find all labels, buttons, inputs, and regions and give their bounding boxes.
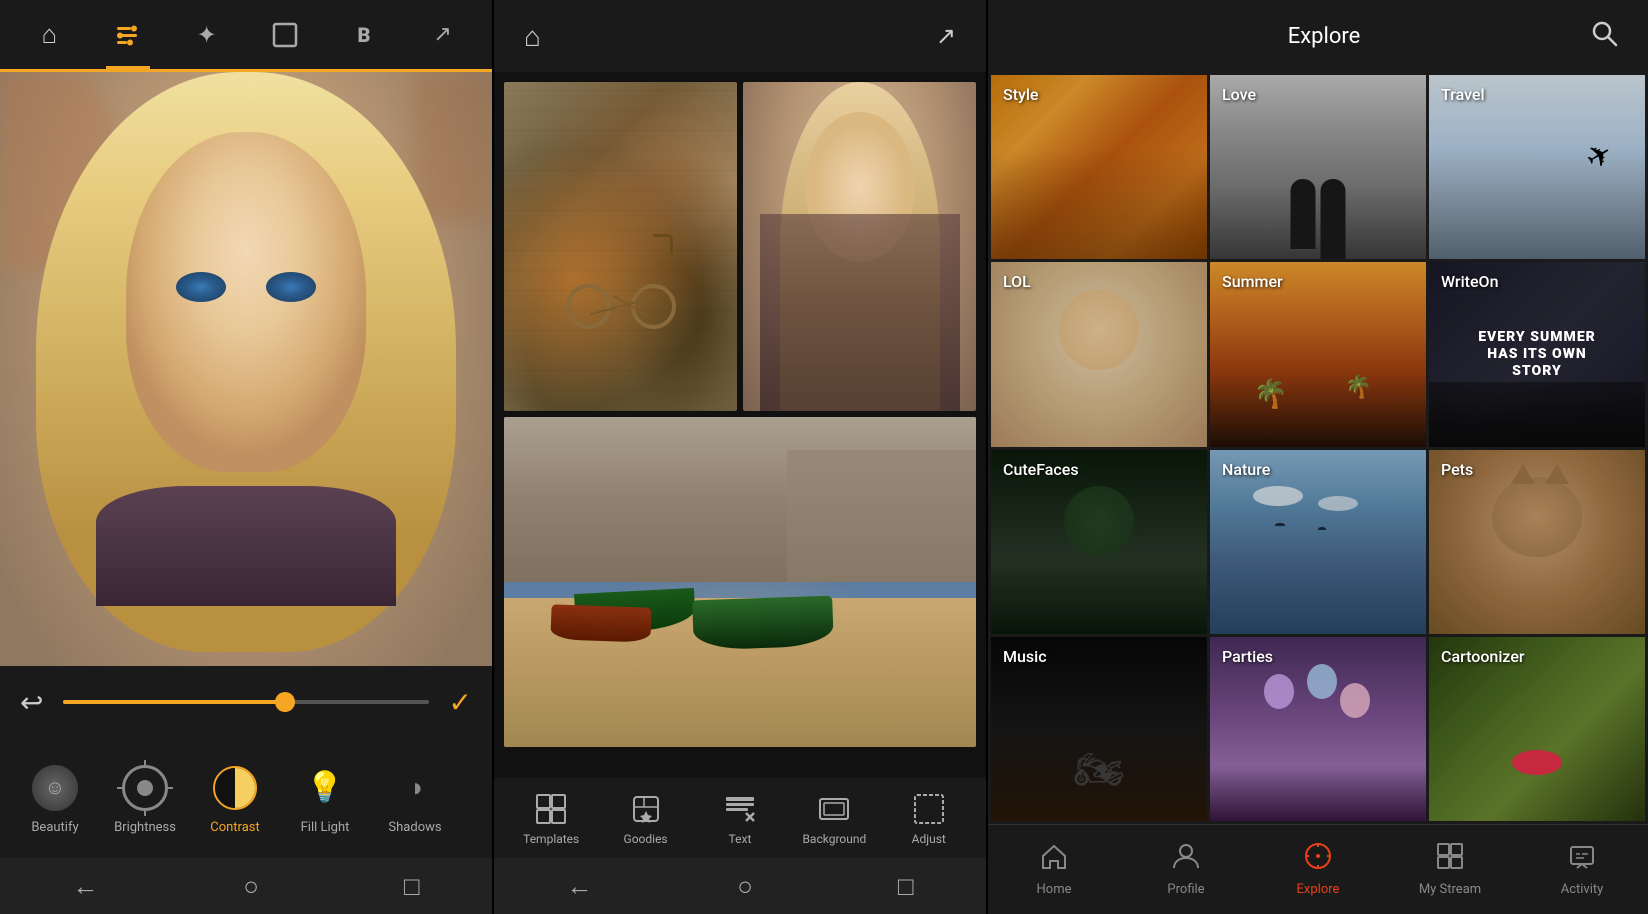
collage-cell-boats[interactable] (504, 417, 976, 746)
home-nav-icon (1040, 842, 1068, 877)
explore-cell-music[interactable]: 🏍 Music (991, 637, 1207, 821)
writeon-label: WriteOn (1441, 272, 1498, 291)
text-tool[interactable]: Text (700, 791, 780, 846)
shadows-label: Shadows (388, 820, 441, 835)
explore-cell-travel[interactable]: ✈ Travel (1429, 75, 1645, 259)
explore-cell-cutefaces[interactable]: CuteFaces (991, 450, 1207, 634)
slider-container (63, 700, 428, 704)
explore-header: Explore (988, 0, 1648, 72)
collage-nav-recent[interactable]: □ (898, 871, 914, 902)
cutefaces-label: CuteFaces (1003, 460, 1079, 479)
tools-button[interactable] (106, 13, 150, 57)
templates-label: Templates (523, 832, 579, 846)
nav-back-button[interactable]: ← (72, 871, 98, 902)
beautify-label: Beautify (31, 820, 78, 835)
editor-slider-controls: ↩ ✓ (0, 666, 492, 738)
style-label: Style (1003, 85, 1039, 104)
undo-button[interactable]: ↩ (20, 686, 43, 719)
bold-button[interactable]: B (342, 13, 386, 57)
explore-nav-icon (1304, 842, 1332, 877)
nav-profile-item[interactable]: Profile (1146, 842, 1226, 897)
adjust-label: Adjust (912, 832, 946, 846)
explore-panel: Explore Style Love (988, 0, 1648, 914)
confirm-button[interactable]: ✓ (449, 686, 472, 719)
activity-nav-icon (1568, 842, 1596, 877)
frame-button[interactable] (263, 13, 307, 57)
collage-panel: ⌂ ↗ (494, 0, 988, 914)
share-button[interactable]: ↗ (421, 13, 465, 57)
explore-cell-lol[interactable]: LOL (991, 262, 1207, 446)
filllight-tool[interactable]: 💡 Fill Light (280, 754, 370, 843)
collage-nav-home[interactable]: ○ (737, 871, 753, 902)
explore-grid: Style Love ✈ Travel LOL (988, 72, 1648, 824)
goodies-tool[interactable]: Goodies (606, 791, 686, 846)
collage-top-row (504, 82, 976, 411)
writeon-subtext: EVERY SUMMERHAS ITS OWNSTORY (1478, 329, 1596, 379)
travel-label: Travel (1441, 85, 1485, 104)
explore-cell-pets[interactable]: Pets (1429, 450, 1645, 634)
explore-nav-label: Explore (1297, 882, 1340, 897)
explore-cell-writeon[interactable]: WriteOn EVERY SUMMERHAS ITS OWNSTORY (1429, 262, 1645, 446)
explore-cell-parties[interactable]: Parties (1210, 637, 1426, 821)
nav-home-item[interactable]: Home (1014, 842, 1094, 897)
explore-cell-cartoonizer[interactable]: Cartoonizer (1429, 637, 1645, 821)
nav-explore-item[interactable]: Explore (1278, 842, 1358, 897)
background-label: Background (802, 832, 866, 846)
text-label: Text (729, 832, 752, 846)
brightness-tool[interactable]: Brightness (100, 754, 190, 843)
mystream-nav-label: My Stream (1419, 882, 1481, 897)
adjust-tool[interactable]: Adjust (889, 791, 969, 846)
search-button[interactable] (1590, 19, 1618, 54)
collage-home-button[interactable]: ⌂ (524, 20, 541, 53)
collage-cell-girl[interactable] (743, 82, 976, 411)
music-label: Music (1003, 647, 1047, 666)
explore-nav: Home Profile Explore (988, 824, 1648, 914)
nature-label: Nature (1222, 460, 1270, 479)
lol-label: LOL (1003, 272, 1031, 291)
nav-home-button[interactable]: ○ (243, 871, 259, 902)
collage-cell-bike[interactable] (504, 82, 737, 411)
editor-toolbar: ⌂ ✦ B ↗ (0, 0, 492, 72)
nav-activity-item[interactable]: Activity (1542, 842, 1622, 897)
home-button[interactable]: ⌂ (27, 13, 71, 57)
explore-title: Explore (1058, 24, 1590, 49)
wand-button[interactable]: ✦ (185, 13, 229, 57)
activity-nav-label: Activity (1561, 882, 1604, 897)
home-nav-label: Home (1037, 882, 1072, 897)
goodies-label: Goodies (624, 832, 668, 846)
templates-tool[interactable]: Templates (511, 791, 591, 846)
profile-nav-label: Profile (1167, 882, 1204, 897)
contrast-tool[interactable]: Contrast (190, 754, 280, 843)
collage-toolbar: ⌂ ↗ (494, 0, 986, 72)
profile-nav-icon (1172, 842, 1200, 877)
background-tool[interactable]: Background (794, 791, 874, 846)
editor-panel: ⌂ ✦ B ↗ (0, 0, 494, 914)
editor-photo (0, 72, 492, 666)
collage-share-button[interactable]: ↗ (936, 22, 956, 50)
shadows-tool[interactable]: ◑ Shadows (370, 754, 460, 843)
editor-nav: ← ○ □ (0, 858, 492, 914)
cartoonizer-label: Cartoonizer (1441, 647, 1525, 666)
brightness-label: Brightness (114, 820, 176, 835)
editor-tools: ☺ Beautify Brightness (0, 738, 492, 858)
contrast-label: Contrast (210, 820, 260, 835)
brightness-slider[interactable] (63, 700, 428, 704)
nav-mystream-item[interactable]: My Stream (1410, 842, 1490, 897)
summer-label: Summer (1222, 272, 1283, 291)
beautify-tool[interactable]: ☺ Beautify (10, 754, 100, 843)
explore-cell-love[interactable]: Love (1210, 75, 1426, 259)
collage-bottom-bar: Templates Goodies (494, 778, 986, 858)
explore-cell-style[interactable]: Style (991, 75, 1207, 259)
explore-cell-summer[interactable]: 🌴 🌴 Summer (1210, 262, 1426, 446)
filllight-label: Fill Light (301, 820, 350, 835)
parties-label: Parties (1222, 647, 1273, 666)
mystream-nav-icon (1436, 842, 1464, 877)
collage-canvas (494, 72, 986, 778)
love-label: Love (1222, 85, 1256, 104)
collage-nav-back[interactable]: ← (566, 871, 592, 902)
explore-cell-nature[interactable]: Nature (1210, 450, 1426, 634)
collage-nav: ← ○ □ (494, 858, 986, 914)
pets-label: Pets (1441, 460, 1473, 479)
nav-recent-button[interactable]: □ (404, 871, 420, 902)
